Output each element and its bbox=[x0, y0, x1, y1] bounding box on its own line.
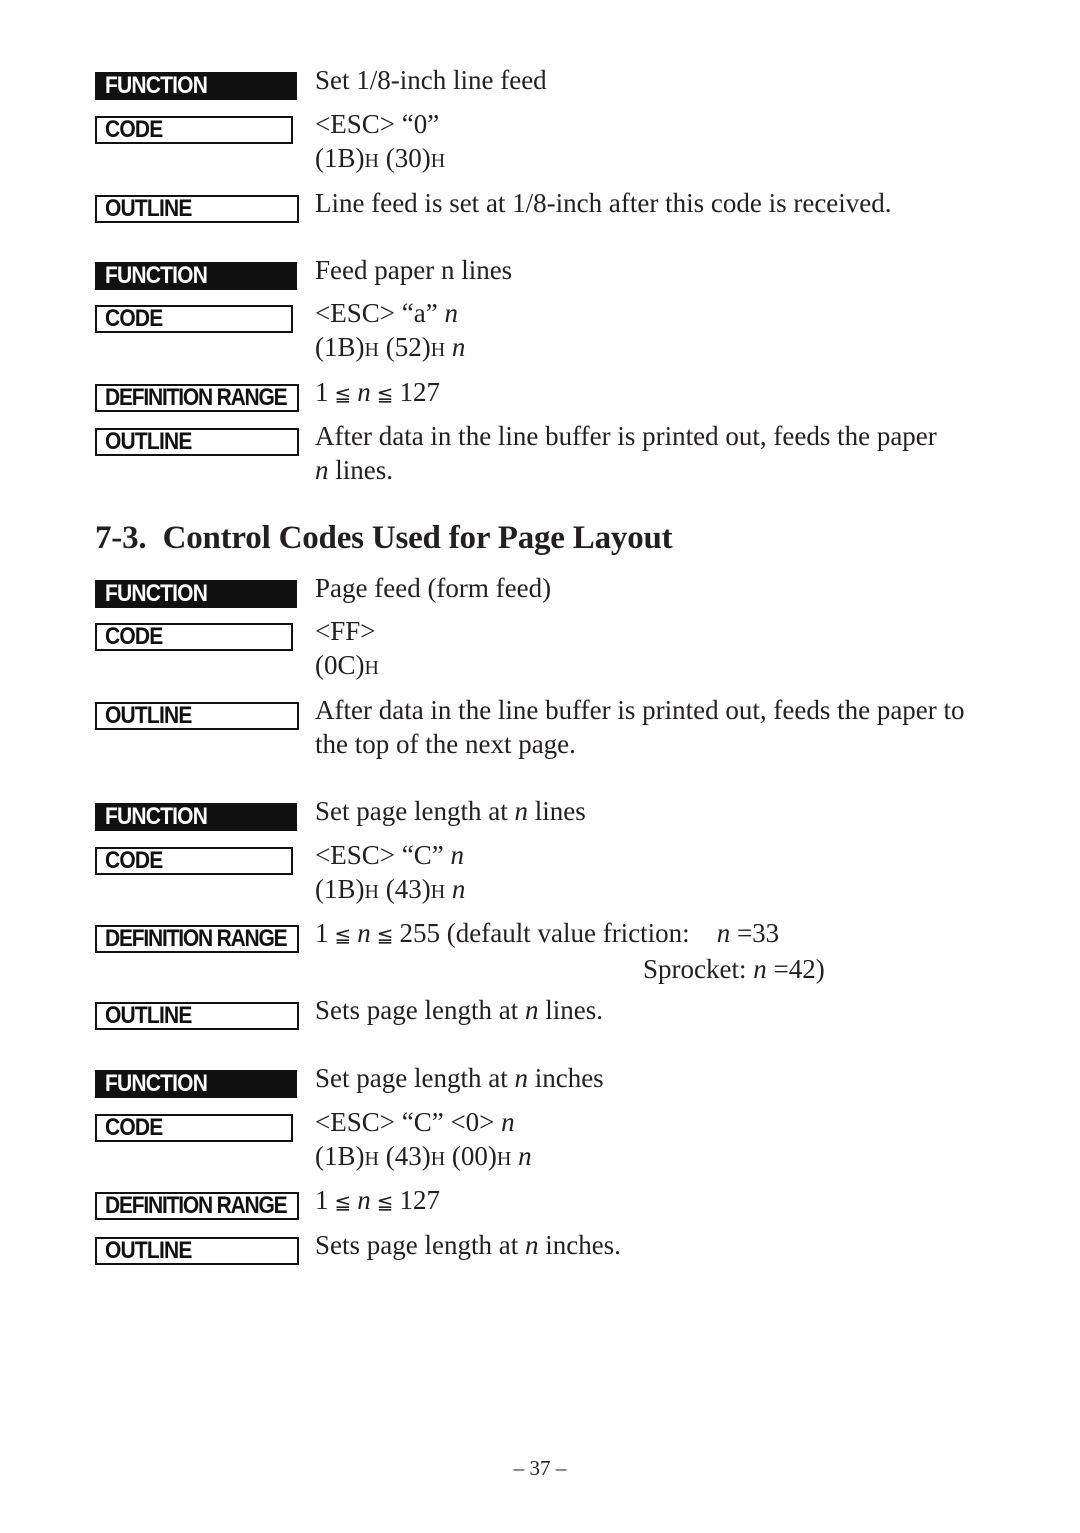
code-escape: <ESC> “C” n bbox=[315, 840, 464, 870]
code-text: <ESC> “0” (1B)H (30)H bbox=[315, 107, 445, 178]
outline-text: Sets page length at n lines. bbox=[315, 995, 603, 1025]
definition-range-row: DEFINITION RANGE 1 ≦ n ≦ 127 bbox=[95, 377, 1005, 418]
function-label: FUNCTION bbox=[95, 72, 297, 100]
code-text: <ESC> “C” <0> n (1B)H (43)H (00)H n bbox=[315, 1105, 532, 1176]
definition-range-label: DEFINITION RANGE bbox=[95, 925, 299, 953]
code-escape: <ESC> “0” bbox=[315, 109, 440, 139]
code-escape: <ESC> “C” <0> n bbox=[315, 1107, 515, 1137]
section-heading: 7-3. Control Codes Used for Page Layout bbox=[95, 520, 673, 556]
definition-range-row: DEFINITION RANGE 1 ≦ n ≦ 255 (default value … bbox=[95, 918, 1005, 984]
definition-range-text: 1 ≦ n ≦ 255 (default value friction: n =33 S… bbox=[315, 918, 825, 984]
outline-text: Sets page length at n inches. bbox=[315, 1230, 621, 1260]
function-row: FUNCTION Set page length at n inches bbox=[95, 1063, 1005, 1104]
function-label: FUNCTION bbox=[95, 803, 297, 831]
definition-range-row: DEFINITION RANGE 1 ≦ n ≦ 127 bbox=[95, 1185, 1005, 1226]
code-label: CODE bbox=[95, 847, 293, 875]
function-row: FUNCTION Set 1/8-inch line feed bbox=[95, 65, 1005, 106]
function-row: FUNCTION Set page length at n lines bbox=[95, 796, 1005, 837]
code-hex: (1B)H (30)H bbox=[315, 143, 446, 173]
definition-range-label: DEFINITION RANGE bbox=[95, 1192, 299, 1220]
code-label: CODE bbox=[95, 1114, 293, 1142]
function-label: FUNCTION bbox=[95, 262, 297, 290]
outline-row: OUTLINE After data in the line buffer is… bbox=[95, 695, 1005, 759]
definition-range-text: 1 ≦ n ≦ 127 bbox=[315, 377, 441, 407]
definition-range-text: 1 ≦ n ≦ 127 bbox=[315, 1185, 441, 1215]
code-row: CODE <ESC> “a” n (1B)H (52)H n bbox=[95, 298, 1005, 362]
function-label: FUNCTION bbox=[95, 580, 297, 608]
outline-text: Line feed is set at 1/8-inch after this … bbox=[315, 188, 892, 218]
code-text: <FF> (0C)H bbox=[315, 614, 379, 685]
code-hex: (1B)H (43)H n bbox=[315, 874, 466, 904]
function-text: Set page length at n lines bbox=[315, 796, 586, 826]
code-hex: (1B)H (43)H (00)H n bbox=[315, 1141, 532, 1171]
outline-label: OUTLINE bbox=[95, 702, 299, 730]
outline-row: OUTLINE Sets page length at n lines. bbox=[95, 995, 1005, 1036]
outline-label: OUTLINE bbox=[95, 1237, 299, 1265]
outline-row: OUTLINE Sets page length at n inches. bbox=[95, 1230, 1005, 1271]
code-text: <ESC> “a” n (1B)H (52)H n bbox=[315, 296, 465, 367]
function-text: Page feed (form feed) bbox=[315, 573, 552, 603]
outline-row: OUTLINE Line feed is set at 1/8-inch aft… bbox=[95, 188, 1005, 229]
outline-row: OUTLINE After data in the line buffer is… bbox=[95, 421, 1005, 485]
outline-text: After data in the line buffer is printed… bbox=[315, 421, 937, 485]
code-row: CODE <ESC> “C” n (1B)H (43)H n bbox=[95, 840, 1005, 904]
function-text: Set page length at n inches bbox=[315, 1063, 604, 1093]
outline-text: After data in the line buffer is printed… bbox=[315, 695, 965, 759]
code-hex: (0C)H bbox=[315, 650, 379, 680]
code-row: CODE <ESC> “0” (1B)H (30)H bbox=[95, 109, 1005, 173]
function-row: FUNCTION Page feed (form feed) bbox=[95, 573, 1005, 614]
code-label: CODE bbox=[95, 116, 293, 144]
code-hex: (1B)H (52)H n bbox=[315, 332, 466, 362]
definition-range-label: DEFINITION RANGE bbox=[95, 384, 299, 412]
function-row: FUNCTION Feed paper n lines bbox=[95, 255, 1005, 296]
code-text: <ESC> “C” n (1B)H (43)H n bbox=[315, 838, 465, 909]
function-label: FUNCTION bbox=[95, 1070, 297, 1098]
page-number: – 37 – bbox=[513, 1456, 567, 1480]
outline-label: OUTLINE bbox=[95, 428, 299, 456]
code-label: CODE bbox=[95, 305, 293, 333]
function-text: Set 1/8-inch line feed bbox=[315, 65, 547, 95]
code-label: CODE bbox=[95, 623, 293, 651]
code-row: CODE <ESC> “C” <0> n (1B)H (43)H (00)H n bbox=[95, 1107, 1005, 1171]
function-text: Feed paper n lines bbox=[315, 255, 513, 285]
code-escape: <ESC> “a” n bbox=[315, 298, 458, 328]
code-row: CODE <FF> (0C)H bbox=[95, 616, 1005, 680]
outline-label: OUTLINE bbox=[95, 1002, 299, 1030]
code-escape: <FF> bbox=[315, 616, 376, 646]
outline-label: OUTLINE bbox=[95, 195, 299, 223]
